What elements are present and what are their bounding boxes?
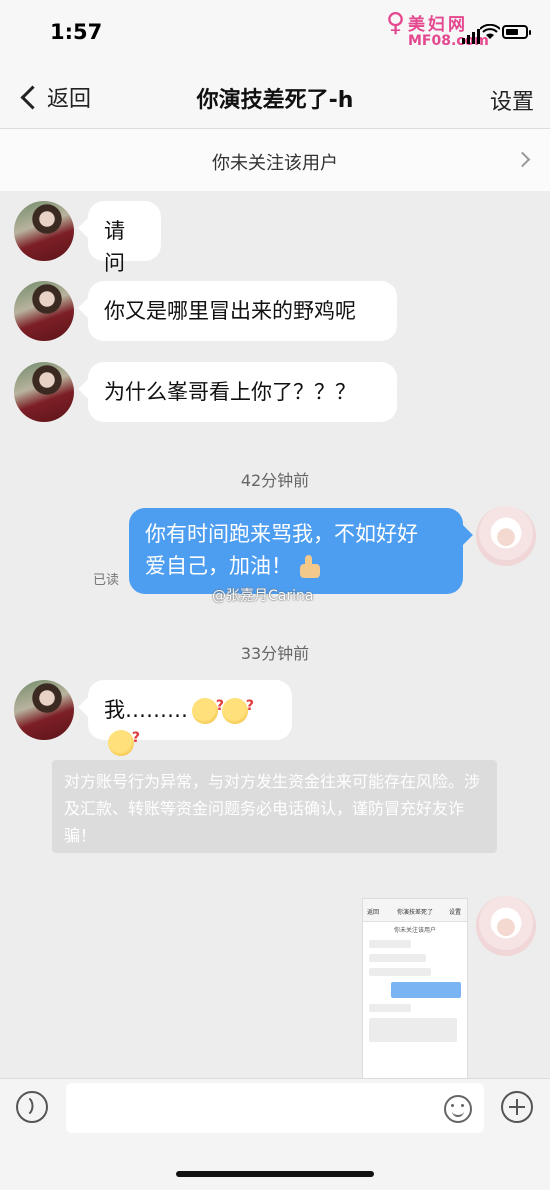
message-bubble[interactable]: 我……… bbox=[88, 680, 292, 756]
back-label: 返回 bbox=[47, 87, 92, 112]
message-text-line: 爱自己，加油！ bbox=[145, 554, 292, 578]
message-text-line: 你有时间跑来骂我，不如好好 bbox=[145, 522, 418, 546]
thumbnail-banner: 你未关注该用户 bbox=[393, 927, 436, 934]
voice-icon[interactable] bbox=[16, 1091, 48, 1123]
message-text: 我……… bbox=[104, 698, 188, 722]
back-chevron-icon bbox=[20, 84, 45, 110]
settings-button[interactable]: 设置 bbox=[490, 84, 534, 116]
back-button[interactable]: 返回 bbox=[16, 80, 91, 114]
thumbnail-title: 你演技差死了 bbox=[397, 909, 434, 916]
message-input[interactable] bbox=[66, 1083, 484, 1133]
wifi-icon bbox=[480, 24, 500, 39]
message-text: 为什么峯哥看上你了？？？ bbox=[104, 380, 356, 404]
status-bar: 1:57 ♀ 美妇网 MF08.com bbox=[0, 0, 550, 66]
message-text: 请问 bbox=[104, 219, 125, 275]
thumbnail-settings: 设置 bbox=[449, 909, 462, 916]
plus-icon[interactable] bbox=[501, 1091, 533, 1123]
home-indicator[interactable] bbox=[176, 1171, 374, 1177]
timestamp: 42分钟前 bbox=[240, 471, 310, 490]
nav-bar: 你演技差死了-h 返回 设置 bbox=[0, 66, 550, 129]
thumbnail-back: 返回 bbox=[367, 909, 380, 916]
confused-emoji-icon bbox=[192, 690, 224, 724]
confused-emoji-icon bbox=[222, 690, 254, 724]
message-bubble[interactable]: 为什么峯哥看上你了？？？ bbox=[88, 362, 397, 422]
follow-banner-text: 你未关注该用户 bbox=[212, 153, 338, 174]
thumbs-up-icon bbox=[298, 554, 322, 580]
sent-message-bubble[interactable]: 你有时间跑来骂我，不如好好 爱自己，加油！ bbox=[129, 508, 463, 594]
emoji-icon[interactable] bbox=[444, 1095, 472, 1123]
follow-banner[interactable]: 你未关注该用户 bbox=[0, 129, 550, 191]
contact-avatar[interactable] bbox=[14, 680, 74, 740]
read-receipt: 已读 bbox=[93, 573, 120, 588]
contact-avatar[interactable] bbox=[14, 201, 74, 261]
message-bubble[interactable]: 你又是哪里冒出来的野鸡呢 bbox=[88, 281, 397, 341]
watermark-name: 美妇网 bbox=[408, 15, 468, 35]
user-avatar[interactable] bbox=[476, 506, 536, 566]
confused-emoji-icon bbox=[108, 722, 140, 756]
sent-image-thumbnail[interactable]: 返回 你演技差死了 设置 你未关注该用户 bbox=[362, 898, 468, 1080]
status-icons bbox=[462, 24, 542, 44]
thumbnail-header: 返回 你演技差死了 设置 bbox=[363, 899, 467, 922]
battery-icon bbox=[502, 25, 531, 39]
message-bubble[interactable]: 请问 bbox=[88, 201, 161, 275]
timestamp: 33分钟前 bbox=[240, 644, 310, 663]
message-text: 你又是哪里冒出来的野鸡呢 bbox=[104, 299, 356, 323]
image-watermark: @张嘉月Carina bbox=[212, 588, 314, 604]
user-avatar[interactable] bbox=[476, 896, 536, 956]
contact-avatar[interactable] bbox=[14, 281, 74, 341]
contact-avatar[interactable] bbox=[14, 362, 74, 422]
status-time: 1:57 bbox=[50, 20, 103, 44]
watermark-logo-icon: ♀ bbox=[386, 8, 406, 38]
security-warning-notice: 对方账号行为异常，与对方发生资金往来可能存在风险。涉及汇款、转账等资金问题务必电… bbox=[52, 760, 497, 853]
